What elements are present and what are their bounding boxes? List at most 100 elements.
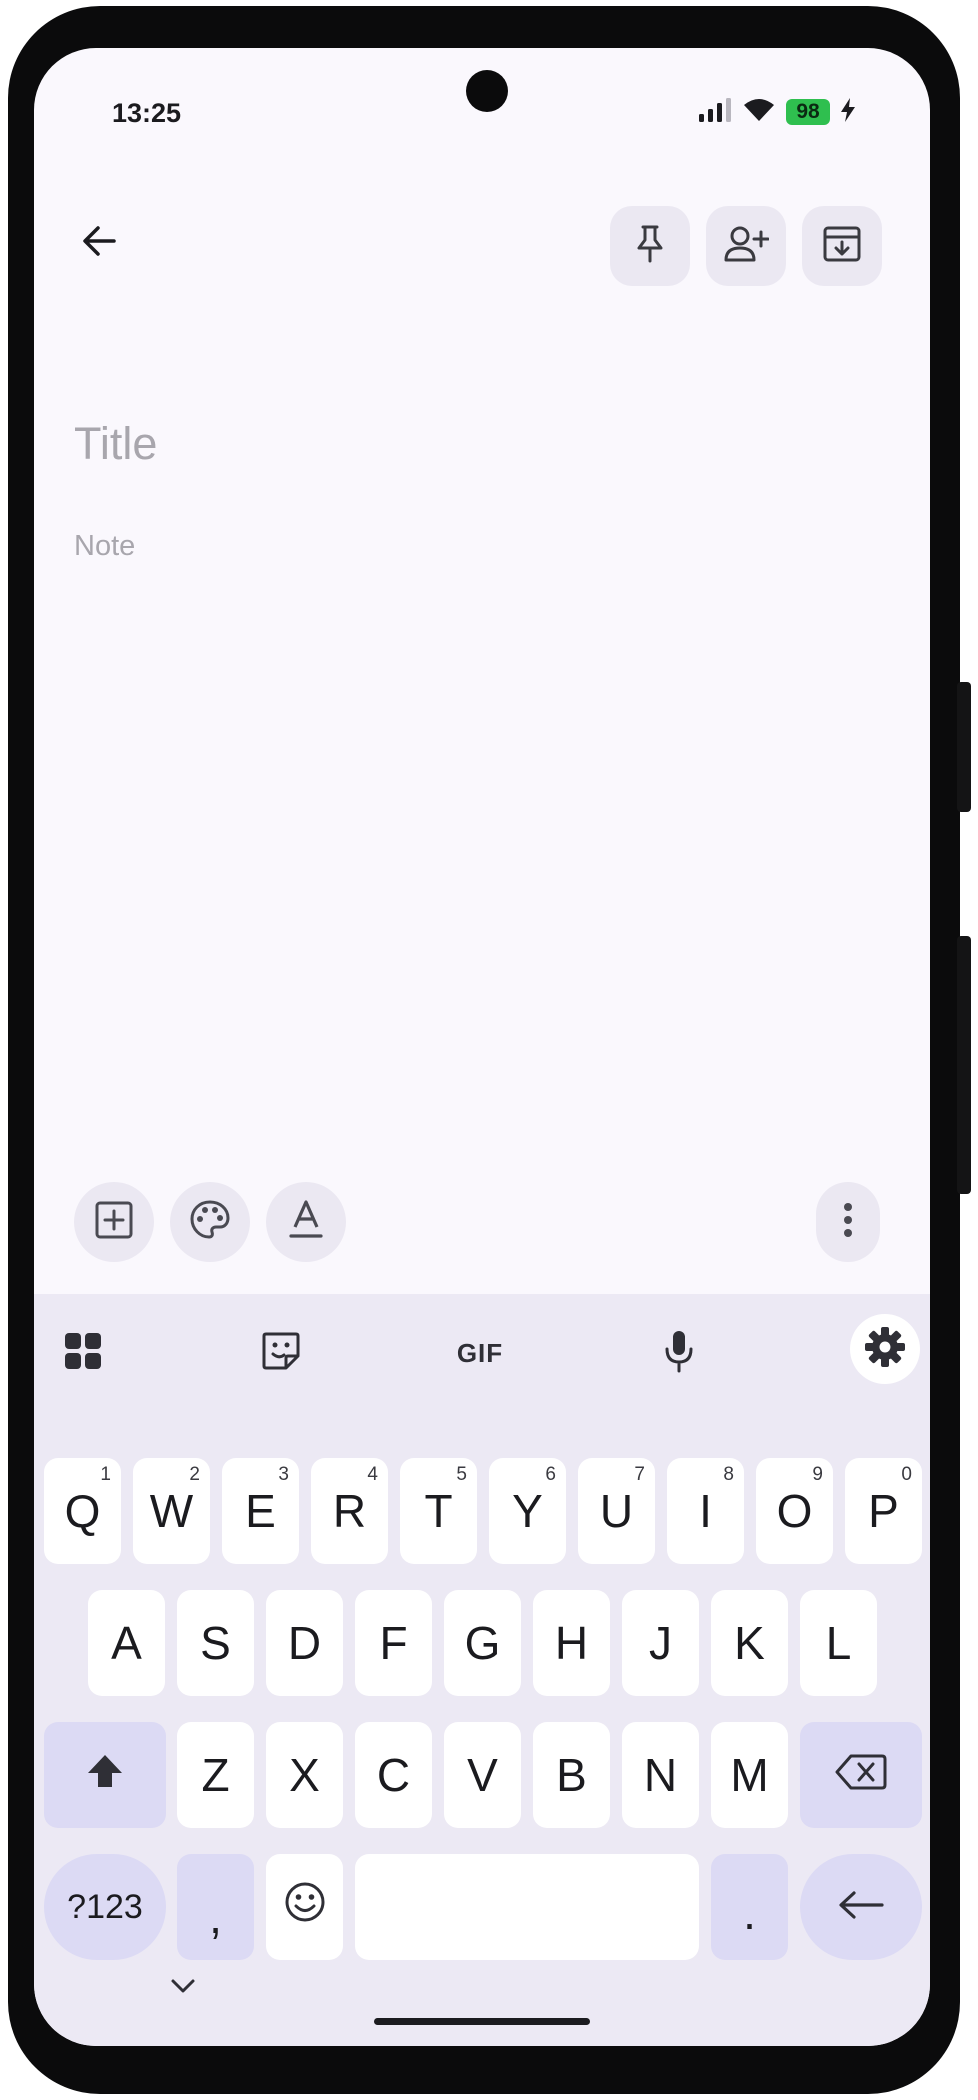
- battery-level: 98: [796, 100, 820, 123]
- kb-gif-button[interactable]: GIF: [445, 1318, 515, 1388]
- key-label: V: [467, 1749, 498, 1801]
- key-t[interactable]: T 5: [400, 1458, 477, 1564]
- add-content-button[interactable]: [74, 1182, 154, 1262]
- key-v[interactable]: V: [444, 1722, 521, 1828]
- key-label: S: [200, 1617, 231, 1669]
- key-label: T: [424, 1485, 453, 1537]
- gesture-nav-handle[interactable]: [374, 2018, 590, 2025]
- kb-sticker-button[interactable]: [246, 1318, 316, 1388]
- backspace-key[interactable]: [800, 1722, 922, 1828]
- power-button: [957, 682, 971, 812]
- key-label: H: [554, 1617, 589, 1669]
- status-time: 13:25: [112, 98, 182, 128]
- key-b[interactable]: B: [533, 1722, 610, 1828]
- key-label: D: [287, 1617, 322, 1669]
- pin-button[interactable]: [610, 206, 690, 286]
- space-key[interactable]: [355, 1854, 699, 1960]
- archive-button[interactable]: [802, 206, 882, 286]
- key-d[interactable]: D: [266, 1590, 343, 1696]
- key-g[interactable]: G: [444, 1590, 521, 1696]
- add-collaborator-icon: [723, 224, 770, 269]
- enter-key[interactable]: [800, 1854, 922, 1960]
- back-arrow-icon: [80, 222, 118, 265]
- title-input[interactable]: [74, 414, 874, 474]
- key-m[interactable]: M: [711, 1722, 788, 1828]
- note-body-input[interactable]: [74, 524, 874, 568]
- key-j[interactable]: J: [622, 1590, 699, 1696]
- charging-bolt-icon: [840, 97, 856, 128]
- key-label: G: [464, 1617, 501, 1669]
- front-camera: [466, 70, 508, 112]
- key-a[interactable]: A: [88, 1590, 165, 1696]
- key-h[interactable]: H: [533, 1590, 610, 1696]
- kb-settings-button[interactable]: [850, 1314, 920, 1384]
- key-label: Z: [201, 1749, 230, 1801]
- collapse-keyboard-button[interactable]: [158, 1968, 208, 2008]
- key-hint: 0: [901, 1464, 912, 1485]
- key-label: E: [245, 1485, 276, 1537]
- backspace-icon: [835, 1748, 887, 1802]
- symbols-key[interactable]: ?123: [44, 1854, 166, 1960]
- key-s[interactable]: S: [177, 1590, 254, 1696]
- key-label: R: [332, 1485, 367, 1537]
- key-label: W: [149, 1485, 194, 1537]
- key-r[interactable]: R 4: [311, 1458, 388, 1564]
- key-n[interactable]: N: [622, 1722, 699, 1828]
- key-y[interactable]: Y 6: [489, 1458, 566, 1564]
- volume-button: [957, 936, 971, 1194]
- comma-key[interactable]: ,: [177, 1854, 254, 1960]
- back-button[interactable]: [64, 208, 134, 278]
- kb-apps-button[interactable]: [48, 1318, 118, 1388]
- key-p[interactable]: P 0: [845, 1458, 922, 1564]
- emoji-key[interactable]: [266, 1854, 343, 1960]
- key-label: Q: [64, 1485, 101, 1537]
- key-label: K: [734, 1617, 765, 1669]
- key-label: M: [730, 1749, 769, 1801]
- settings-gear-icon: [864, 1326, 906, 1373]
- key-label: J: [649, 1617, 672, 1669]
- key-label: A: [111, 1617, 142, 1669]
- text-format-icon: [288, 1199, 324, 1246]
- key-label: Y: [512, 1485, 543, 1537]
- period-key[interactable]: .: [711, 1854, 788, 1960]
- shift-arrow-icon: [85, 1748, 125, 1802]
- key-q[interactable]: Q 1: [44, 1458, 121, 1564]
- key-i[interactable]: I 8: [667, 1458, 744, 1564]
- key-hint: 7: [634, 1464, 645, 1485]
- add-collaborator-button[interactable]: [706, 206, 786, 286]
- keyboard: GIF Q 1 W 2 E 3 R 4 T 5 Y 6 U 7 I 8 O 9 …: [34, 1294, 930, 2046]
- key-hint: 9: [812, 1464, 823, 1485]
- background-options-button[interactable]: [170, 1182, 250, 1262]
- key-label: F: [379, 1617, 408, 1669]
- key-label: .: [743, 1887, 756, 1939]
- key-hint: 8: [723, 1464, 734, 1485]
- key-label: ,: [209, 1891, 222, 1943]
- key-label: X: [289, 1749, 320, 1801]
- wifi-icon: [742, 97, 776, 128]
- archive-icon: [822, 224, 862, 269]
- shift-key[interactable]: [44, 1722, 166, 1828]
- key-hint: 3: [278, 1464, 289, 1485]
- status-icons: 98: [698, 96, 856, 128]
- add-box-icon: [94, 1200, 134, 1245]
- key-hint: 5: [456, 1464, 467, 1485]
- palette-icon: [189, 1199, 231, 1246]
- key-x[interactable]: X: [266, 1722, 343, 1828]
- key-z[interactable]: Z: [177, 1722, 254, 1828]
- key-f[interactable]: F: [355, 1590, 432, 1696]
- key-u[interactable]: U 7: [578, 1458, 655, 1564]
- key-l[interactable]: L: [800, 1590, 877, 1696]
- battery-icon: 98: [786, 99, 830, 125]
- key-k[interactable]: K: [711, 1590, 788, 1696]
- pin-icon: [632, 224, 668, 269]
- key-hint: 4: [367, 1464, 378, 1485]
- text-format-button[interactable]: [266, 1182, 346, 1262]
- screen: 13:25 98 Title Note GIF Q 1 W 2 E 3 R 4 …: [34, 48, 930, 2046]
- key-e[interactable]: E 3: [222, 1458, 299, 1564]
- key-c[interactable]: C: [355, 1722, 432, 1828]
- key-hint: 6: [545, 1464, 556, 1485]
- more-options-button[interactable]: [816, 1182, 880, 1262]
- kb-voice-button[interactable]: [644, 1318, 714, 1388]
- key-w[interactable]: W 2: [133, 1458, 210, 1564]
- key-o[interactable]: O 9: [756, 1458, 833, 1564]
